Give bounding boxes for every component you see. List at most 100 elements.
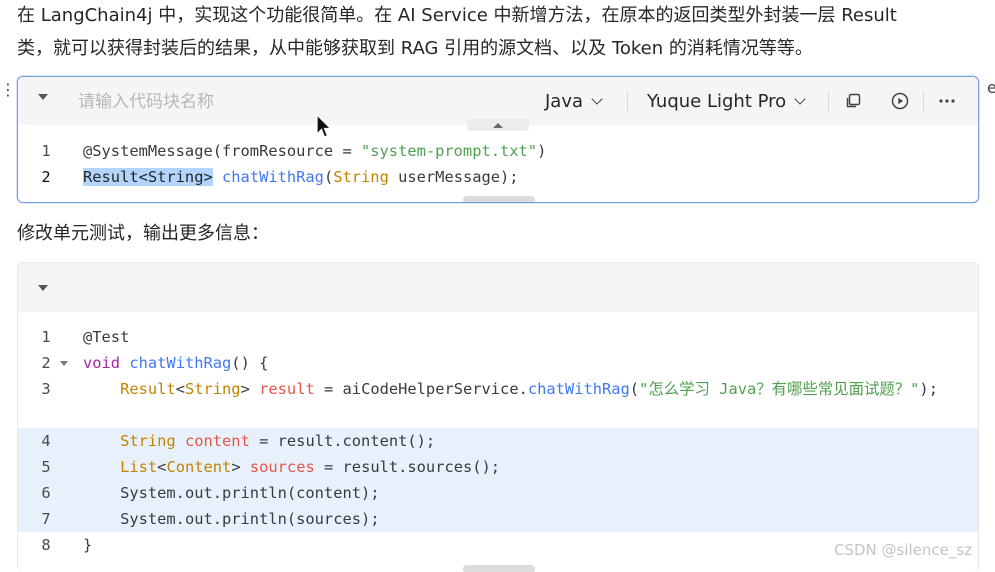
code-token: chatWithRag: [129, 354, 232, 372]
caret-down-icon[interactable]: [38, 285, 48, 291]
chevron-down-icon: [591, 92, 603, 105]
code-token: List: [120, 458, 158, 476]
code-token: System.out.println(sources);: [83, 510, 380, 528]
code-token: void: [83, 354, 121, 372]
code-text: Result<String> chatWithRag(String userMe…: [83, 164, 958, 190]
code-token: @SystemMessage: [83, 142, 213, 160]
code-editor[interactable]: 1 @Test 2 void chatWithRag() {3 Result<Stri…: [18, 324, 978, 558]
code-token: (: [323, 168, 334, 186]
code-text: System.out.println(sources);: [83, 506, 958, 532]
code-token: >: [240, 380, 260, 398]
code-token: @Test: [83, 328, 130, 346]
code-text: List<Content> sources = result.sources()…: [83, 454, 958, 480]
code-text: Result<String> result = aiCodeHelperServ…: [83, 376, 958, 402]
code-token: ): [537, 142, 547, 160]
line-number: 7: [41, 510, 51, 528]
code-token: String: [184, 380, 241, 398]
edge-glyph: e: [987, 78, 995, 97]
code-token: >: [231, 458, 250, 476]
line-number: 8: [41, 536, 51, 554]
code-token: chatWithRag: [527, 380, 630, 398]
code-token: Result<String>: [83, 168, 213, 186]
code-line[interactable]: 4 String content = result.content();: [18, 428, 978, 454]
code-block-editing[interactable]: Java Yuque Light Pro 1 @SystemMessage(fro…: [17, 76, 979, 203]
code-text: void chatWithRag() {: [83, 350, 958, 376]
mouse-cursor-icon: [316, 114, 332, 138]
code-token: (: [629, 380, 640, 398]
code-token: "system-prompt.txt": [361, 142, 538, 160]
expand-toolbar-button[interactable]: [467, 119, 529, 131]
line-number: 5: [41, 458, 51, 476]
divider: [627, 91, 628, 111]
fold-caret-icon[interactable]: [60, 361, 68, 366]
code-token: = aiCodeHelperService.: [314, 380, 528, 398]
run-button[interactable]: [889, 90, 911, 112]
more-horizontal-icon: [939, 99, 955, 103]
line-number: 6: [41, 484, 51, 502]
play-circle-icon: [891, 92, 909, 110]
resize-handle[interactable]: [463, 196, 535, 202]
code-line[interactable]: 2 void chatWithRag() {: [18, 350, 978, 376]
code-line[interactable]: 5 List<Content> sources = result.sources…: [18, 454, 978, 480]
watermark: CSDN @silence_sz: [834, 541, 973, 559]
code-token: sources: [249, 458, 315, 476]
code-token: = result.content();: [249, 432, 436, 450]
line-number: 1: [41, 328, 51, 346]
code-token: System.out.println(content);: [83, 484, 380, 502]
code-line[interactable]: 6 System.out.println(content);: [18, 480, 978, 506]
code-token: );: [919, 380, 938, 398]
divider: [828, 91, 829, 111]
language-select[interactable]: Java: [545, 87, 603, 115]
line-number: 3: [41, 380, 51, 398]
code-text: }: [83, 532, 958, 558]
code-token: result: [259, 380, 315, 398]
code-token: }: [83, 536, 93, 554]
drag-handle-icon[interactable]: ⋮: [0, 81, 16, 99]
caret-down-icon[interactable]: [38, 94, 48, 100]
more-button[interactable]: [936, 90, 958, 112]
copy-icon: [846, 93, 861, 108]
code-token: Result: [120, 380, 176, 398]
language-label: Java: [545, 90, 584, 112]
intro-line-1: 在 LangChain4j 中，实现这个功能很简单。在 AI Service 中…: [17, 5, 897, 26]
copy-button[interactable]: [842, 90, 864, 112]
code-token: String: [333, 168, 389, 186]
code-block-toolbar: Java Yuque Light Pro: [18, 77, 978, 131]
code-token: "怎么学习 Java？有哪些常见面试题？": [639, 380, 920, 398]
code-line[interactable]: 7 System.out.println(sources);: [18, 506, 978, 532]
code-block-name-input[interactable]: [76, 88, 340, 116]
line-number: 2: [41, 168, 51, 186]
code-text: @Test: [83, 324, 958, 350]
code-line[interactable]: 2 Result<String> chatWithRag(String userM…: [18, 164, 978, 190]
code-line[interactable]: 1 @SystemMessage(fromResource = "system-p…: [18, 138, 978, 164]
code-token: () {: [231, 354, 269, 372]
code-token: String: [120, 432, 176, 450]
theme-label: Yuque Light Pro: [647, 90, 787, 112]
caret-up-icon: [493, 122, 503, 128]
code-text: @SystemMessage(fromResource = "system-pr…: [83, 138, 958, 164]
code-block-toolbar: [18, 263, 978, 312]
line-number: 1: [41, 142, 51, 160]
code-editor[interactable]: 1 @SystemMessage(fromResource = "system-p…: [18, 138, 978, 190]
paragraph-second: 修改单元测试，输出更多信息：: [17, 223, 269, 244]
code-token: Content: [166, 458, 232, 476]
paragraph-intro: 在 LangChain4j 中，实现这个功能很简单。在 AI Service 中…: [17, 0, 977, 65]
divider: [923, 91, 924, 111]
line-number: 4: [41, 432, 51, 450]
code-text: String content = result.content();: [83, 428, 958, 454]
chevron-down-icon: [794, 92, 806, 105]
code-token: = result.sources();: [314, 458, 501, 476]
code-block-test[interactable]: 1 @Test 2 void chatWithRag() {3 Result<Stri…: [17, 262, 979, 572]
code-line[interactable]: 3 Result<String> result = aiCodeHelperSe…: [18, 376, 978, 428]
code-token: <: [175, 380, 185, 398]
theme-select[interactable]: Yuque Light Pro: [647, 87, 806, 115]
code-token: userMessage);: [388, 168, 519, 186]
code-line[interactable]: 1 @Test: [18, 324, 978, 350]
code-token: (fromResource =: [212, 142, 361, 160]
